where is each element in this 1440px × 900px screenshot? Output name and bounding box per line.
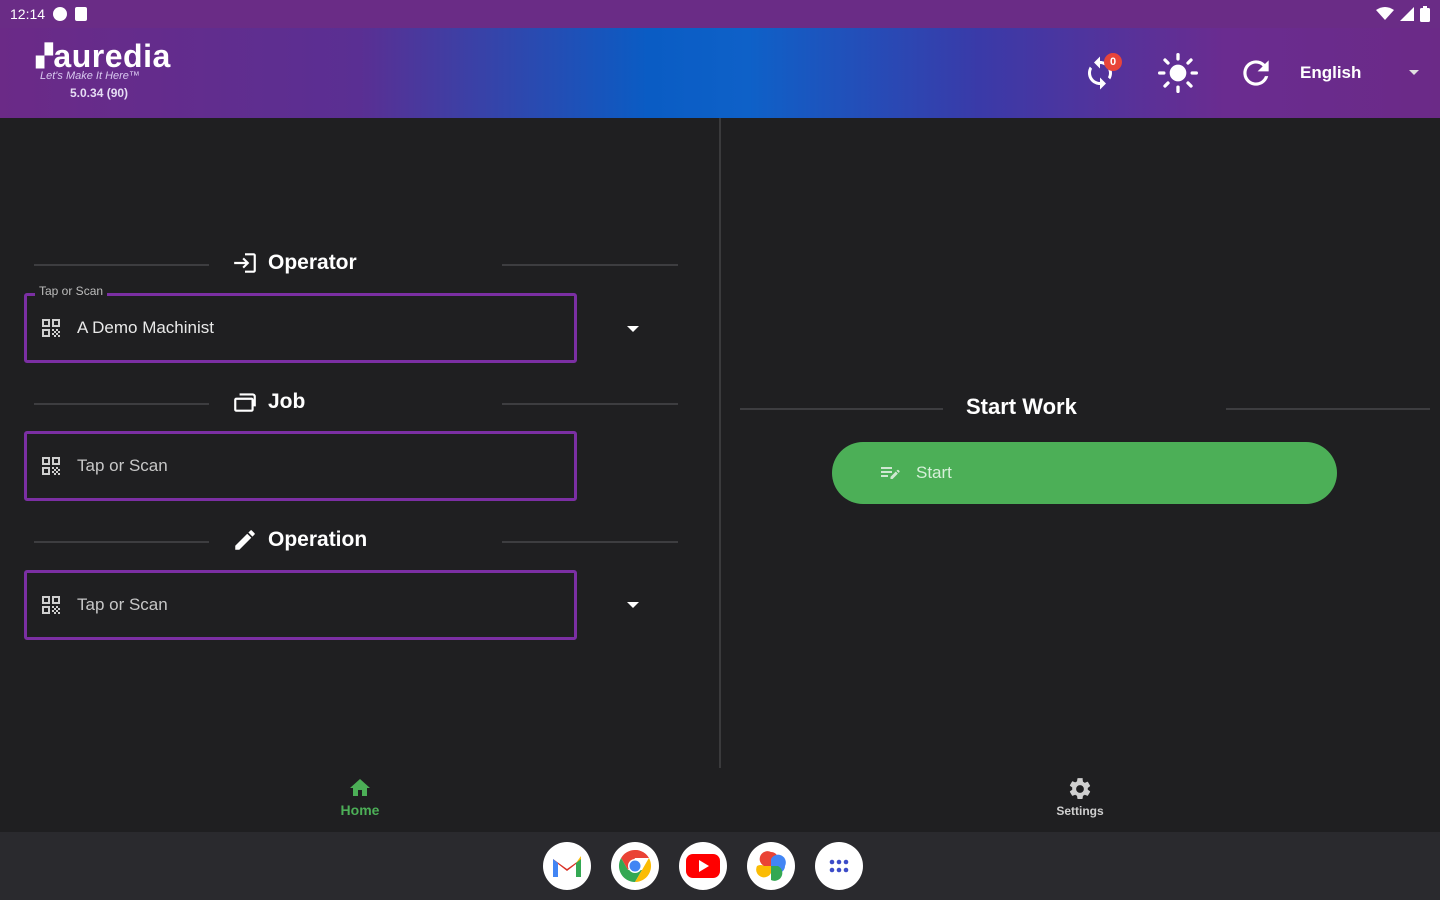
sun-icon [1158, 53, 1198, 93]
panel-divider [719, 118, 721, 768]
chrome-icon[interactable] [611, 842, 659, 890]
sd-card-icon [75, 7, 88, 21]
youtube-icon[interactable] [679, 842, 727, 890]
operation-field[interactable]: Tap or Scan [24, 570, 577, 640]
sync-count-badge: 0 [1104, 53, 1122, 71]
job-title: Job [268, 390, 306, 413]
login-icon [234, 253, 256, 273]
system-status-bar: 12:14 [0, 0, 1440, 28]
bottom-navigation: Home Settings [0, 768, 1440, 832]
start-button[interactable]: Start [832, 442, 1337, 504]
system-dock [0, 832, 1440, 900]
signal-icon [1400, 7, 1414, 21]
theme-toggle-button[interactable] [1156, 51, 1200, 95]
notification-icon [53, 7, 68, 21]
edit-note-icon [881, 467, 900, 479]
main-content: Operator Tap or Scan A Demo Machinist Jo… [0, 118, 1440, 768]
start-button-label: Start [916, 463, 952, 482]
logo-wordmark: ▞auredia [36, 38, 171, 74]
divider-line [502, 403, 678, 405]
start-work-title: Start Work [966, 394, 1077, 419]
job-placeholder: Tap or Scan [77, 456, 168, 475]
operator-dropdown-chevron-icon[interactable] [626, 322, 640, 336]
divider-line [1226, 408, 1430, 410]
app-version: 5.0.34 (90) [70, 86, 129, 100]
pencil-icon [235, 530, 255, 550]
gear-icon [1069, 778, 1091, 799]
operator-title: Operator [268, 251, 357, 274]
divider-line [740, 408, 943, 410]
operator-field-label: Tap or Scan [35, 284, 108, 298]
job-section-header: Job [34, 389, 678, 419]
divider-line [34, 264, 209, 266]
divider-line [502, 541, 678, 543]
auredia-logo: ▞auredia Let's Make It Here™ 5.0.34 (90) [36, 40, 176, 100]
nav-settings[interactable]: Settings [1020, 776, 1140, 818]
refresh-button[interactable] [1234, 51, 1278, 95]
home-icon [350, 779, 370, 796]
status-time: 12:14 [10, 6, 46, 22]
qr-code-icon [42, 596, 60, 614]
divider-line [34, 541, 209, 543]
qr-code-icon [42, 457, 60, 475]
nav-home-label: Home [340, 802, 380, 818]
operator-value: A Demo Machinist [77, 318, 214, 337]
divider-line [34, 403, 209, 405]
divider-line [502, 264, 678, 266]
chevron-down-icon [1409, 70, 1419, 75]
app-header: ▞auredia Let's Make It Here™ 5.0.34 (90)… [0, 28, 1440, 118]
refresh-icon [1243, 60, 1269, 86]
gmail-icon[interactable] [543, 842, 591, 890]
sync-button[interactable]: 0 [1078, 51, 1122, 95]
language-value: English [1300, 63, 1362, 82]
photos-icon[interactable] [747, 842, 795, 890]
job-stack-icon [234, 393, 256, 412]
start-work-header: Start Work [740, 394, 1430, 424]
qr-code-icon [42, 319, 60, 337]
nav-home[interactable]: Home [300, 776, 420, 818]
app-drawer-icon[interactable] [815, 842, 863, 890]
language-select[interactable]: English [1300, 63, 1420, 83]
operation-section-header: Operation [34, 527, 678, 557]
wifi-icon [1376, 7, 1394, 20]
battery-icon [1420, 6, 1430, 22]
operator-field[interactable]: Tap or Scan A Demo Machinist [24, 284, 577, 363]
operator-section-header: Operator [34, 250, 678, 280]
operation-placeholder: Tap or Scan [77, 595, 168, 614]
logo-mark-icon: ▞ [36, 43, 54, 68]
operation-title: Operation [268, 528, 368, 551]
nav-settings-label: Settings [1056, 804, 1104, 818]
operation-dropdown-chevron-icon[interactable] [626, 598, 640, 612]
job-field[interactable]: Tap or Scan [24, 431, 577, 501]
